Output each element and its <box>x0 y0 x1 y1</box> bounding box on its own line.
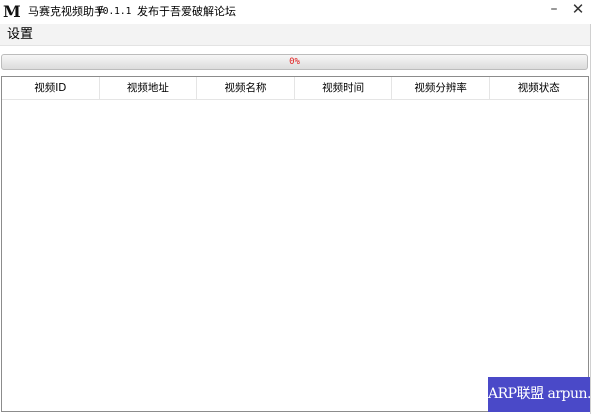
menu-bar: 设置 <box>0 24 590 46</box>
app-window: M 马赛克视频助手 V0.1.1 发布于吾爱破解论坛 – ✕ 设置 0% 视频I… <box>0 0 591 414</box>
column-header-video-id[interactable]: 视频ID <box>2 77 100 99</box>
app-logo-icon: M <box>3 2 21 21</box>
app-version: V0.1.1 <box>97 6 132 17</box>
watermark-logo: ARP联盟 arpun.com <box>488 377 590 412</box>
app-title: 马赛克视频助手 <box>28 5 105 18</box>
table-header: 视频ID 视频地址 视频名称 视频时间 视频分辨率 视频状态 <box>2 77 588 100</box>
app-subtitle: 发布于吾爱破解论坛 <box>137 5 236 18</box>
column-header-video-status[interactable]: 视频状态 <box>490 77 588 99</box>
close-button[interactable]: ✕ <box>564 0 591 22</box>
table-body[interactable] <box>2 100 588 411</box>
column-header-video-resolution[interactable]: 视频分辨率 <box>392 77 490 99</box>
column-header-video-url[interactable]: 视频地址 <box>100 77 198 99</box>
column-header-video-name[interactable]: 视频名称 <box>197 77 295 99</box>
progress-label: 0% <box>289 57 300 67</box>
title-bar[interactable]: M 马赛克视频助手 V0.1.1 发布于吾爱破解论坛 – ✕ <box>0 0 591 24</box>
progress-bar: 0% <box>1 54 588 70</box>
video-table[interactable]: 视频ID 视频地址 视频名称 视频时间 视频分辨率 视频状态 <box>1 76 589 412</box>
menu-item-settings[interactable]: 设置 <box>7 26 33 43</box>
column-header-video-duration[interactable]: 视频时间 <box>295 77 393 99</box>
